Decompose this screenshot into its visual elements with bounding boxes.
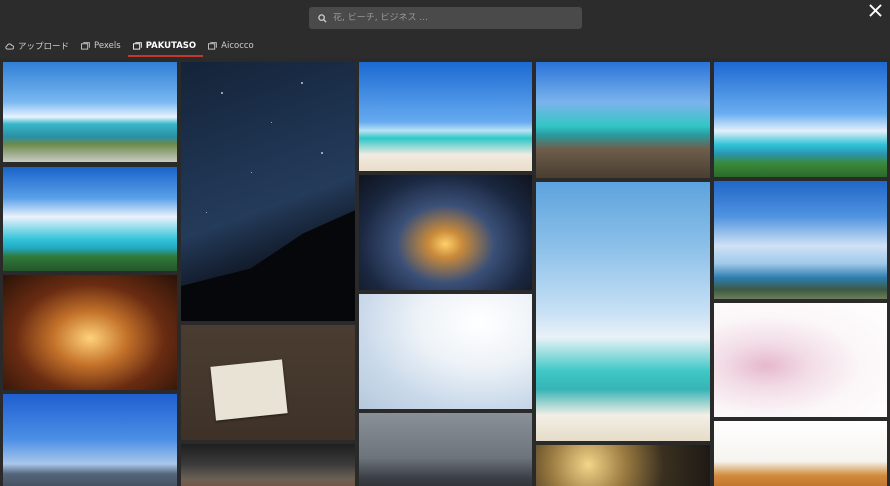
milky-way-night-photo[interactable] <box>181 62 355 321</box>
gallery-icon <box>81 41 90 50</box>
sunset-over-sea-photo[interactable] <box>359 175 532 290</box>
search-box[interactable] <box>309 7 582 29</box>
hand-holding-envelope-photo[interactable] <box>181 325 355 440</box>
search-icon <box>318 13 327 23</box>
factory-chimneys-photo[interactable] <box>359 413 532 486</box>
tab-aicocco-label: Aicocco <box>221 40 254 51</box>
tab-pakutaso-label: PAKUTASO <box>145 40 197 51</box>
shallow-beach-sky-photo[interactable] <box>536 182 710 441</box>
tropical-island-coast-photo[interactable] <box>3 167 177 271</box>
close-icon <box>868 3 882 17</box>
city-skyline-photo[interactable] <box>3 394 177 486</box>
tab-upload[interactable]: アップロード <box>0 36 76 57</box>
cherry-blossom-photo[interactable] <box>714 303 887 417</box>
cloud-upload-icon <box>5 43 14 50</box>
tab-pexels[interactable]: Pexels <box>76 36 128 57</box>
tab-pakutaso[interactable]: PAKUTASO <box>127 36 204 57</box>
tropical-island-photo[interactable] <box>714 62 887 177</box>
lizard-photo[interactable] <box>181 444 355 486</box>
wine-glasses-bar-photo[interactable] <box>3 275 177 390</box>
top-bar <box>0 0 890 36</box>
tab-pexels-label: Pexels <box>94 40 121 51</box>
soft-light-bokeh-photo[interactable] <box>359 294 532 409</box>
image-grid <box>0 58 890 486</box>
tab-upload-label: アップロード <box>18 41 70 52</box>
gallery-icon <box>208 41 217 50</box>
gallery-icon <box>132 41 142 50</box>
close-button[interactable] <box>864 0 886 20</box>
search-input[interactable] <box>327 13 582 23</box>
croissant-photo[interactable] <box>714 421 887 486</box>
tab-aicocco[interactable]: Aicocco <box>203 36 261 57</box>
white-sand-beach-photo[interactable] <box>359 62 532 171</box>
clouds-over-ocean-photo[interactable] <box>714 181 887 299</box>
source-tabs: アップロード Pexels PAKUTASO Aicocco <box>0 36 261 57</box>
beach-with-pier-photo[interactable] <box>3 62 177 162</box>
rocky-coast-photo[interactable] <box>536 62 710 178</box>
golden-bokeh-photo[interactable] <box>536 445 710 486</box>
